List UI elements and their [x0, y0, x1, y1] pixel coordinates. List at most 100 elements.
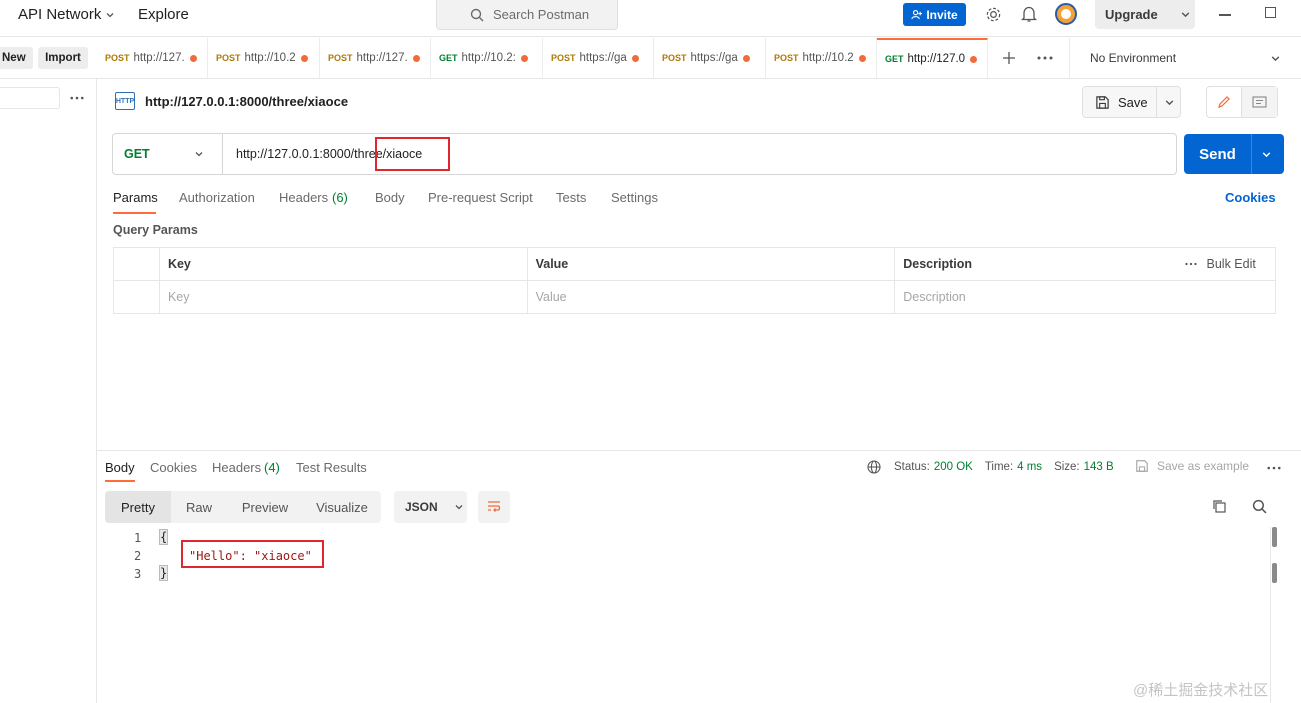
response-body-editor[interactable]: 1 2 3 { "Hello": "xiaoce" }	[97, 529, 1277, 699]
checkbox-column-header	[113, 247, 160, 281]
sidebar-filter-input[interactable]	[0, 87, 60, 109]
status-value[interactable]: 200 OK	[934, 461, 973, 473]
request-tab[interactable]: POST http://127.	[320, 38, 431, 78]
search-box[interactable]: Search Postman	[436, 0, 618, 30]
tab-prerequest-script[interactable]: Pre-request Script	[428, 190, 533, 205]
request-title[interactable]: http://127.0.0.1:8000/three/xiaoce	[145, 94, 348, 109]
bulk-edit-button[interactable]: Bulk Edit	[1184, 257, 1275, 271]
chevron-down-icon[interactable]	[1164, 97, 1175, 108]
edit-mode-button[interactable]	[1207, 87, 1242, 117]
more-options-icon[interactable]	[1037, 56, 1053, 60]
request-title-bar: HTTP http://127.0.0.1:8000/three/xiaoce	[115, 92, 348, 110]
wrap-lines-button[interactable]	[478, 491, 510, 523]
sidebar	[0, 79, 97, 703]
api-network-menu[interactable]: API Network	[18, 6, 115, 23]
view-pretty[interactable]: Pretty	[105, 491, 171, 523]
request-tab[interactable]: POST http://127.	[97, 38, 208, 78]
request-tab[interactable]: POST http://10.2	[766, 38, 877, 78]
response-view-switch: Pretty Raw Preview Visualize	[105, 491, 381, 523]
new-button[interactable]: New	[0, 47, 33, 69]
tab-settings[interactable]: Settings	[611, 190, 658, 205]
time-value[interactable]: 4 ms	[1017, 461, 1042, 473]
save-disk-icon	[1136, 460, 1148, 472]
tab-url: http://127.	[133, 52, 185, 64]
value-input[interactable]: Value	[526, 280, 896, 314]
more-options-icon	[1184, 262, 1197, 266]
vertical-scrollbar[interactable]	[1272, 527, 1277, 547]
globe-icon[interactable]	[867, 460, 881, 474]
settings-gear-icon[interactable]	[985, 6, 1002, 23]
more-options-icon[interactable]	[70, 96, 84, 100]
tab-url: http://10.2:	[461, 52, 516, 64]
unsaved-dot-icon	[631, 54, 639, 62]
maximize-window-icon[interactable]	[1265, 7, 1276, 18]
row-checkbox-cell	[113, 280, 160, 314]
upgrade-button[interactable]: Upgrade	[1095, 0, 1195, 29]
tab-authorization[interactable]: Authorization	[179, 190, 255, 205]
documentation-button[interactable]	[1242, 87, 1277, 117]
tab-method: GET	[885, 54, 904, 64]
request-tab[interactable]: POST http://10.2	[208, 38, 320, 78]
tab-url: http://10.2	[244, 52, 296, 64]
response-tab-cookies[interactable]: Cookies	[150, 460, 197, 475]
view-preview[interactable]: Preview	[227, 491, 303, 523]
save-as-example-button[interactable]: Save as example	[1135, 459, 1249, 473]
more-options-icon[interactable]	[1267, 466, 1281, 470]
copy-icon[interactable]	[1212, 499, 1227, 514]
view-raw[interactable]: Raw	[171, 491, 227, 523]
save-button-group: Save	[1082, 86, 1181, 118]
view-pretty-label: Pretty	[121, 499, 155, 515]
unsaved-dot-icon	[520, 54, 528, 62]
response-tab-test-results[interactable]: Test Results	[296, 460, 367, 475]
scrollbar-marker	[1272, 563, 1277, 583]
response-panel: Body Cookies Headers (4) Test Results St…	[97, 450, 1301, 703]
headers-count: (6)	[332, 190, 348, 205]
cookies-link[interactable]: Cookies	[1225, 190, 1276, 205]
tab-tests[interactable]: Tests	[556, 190, 586, 205]
view-visualize[interactable]: Visualize	[303, 491, 381, 523]
request-tabs-bar: New Import POST http://127. POST http://10…	[0, 38, 1301, 79]
invite-button[interactable]: Invite	[903, 3, 966, 26]
format-select[interactable]: JSON	[394, 491, 467, 523]
response-tab-headers[interactable]: Headers	[212, 460, 261, 475]
url-bar: GET http://127.0.0.1:8000/three/xiaoce	[112, 133, 1177, 175]
notification-bell-icon[interactable]	[1021, 5, 1037, 23]
chevron-down-icon[interactable]	[1261, 149, 1272, 160]
tab-headers[interactable]: Headers	[279, 190, 328, 205]
request-tab[interactable]: POST https://ga	[654, 38, 766, 78]
search-icon[interactable]	[1252, 499, 1267, 514]
avatar[interactable]	[1055, 3, 1077, 25]
tab-method: POST	[774, 53, 799, 63]
save-label: Save	[1118, 94, 1148, 110]
comment-doc-icon	[1252, 95, 1267, 108]
key-input[interactable]: Key	[158, 280, 528, 314]
unsaved-dot-icon	[189, 54, 197, 62]
response-tab-body[interactable]: Body	[105, 460, 135, 475]
import-button[interactable]: Import	[38, 47, 88, 69]
send-button[interactable]: Send	[1184, 146, 1251, 163]
upgrade-label: Upgrade	[1105, 7, 1158, 22]
plus-icon[interactable]	[1002, 51, 1016, 65]
tab-url: https://ga	[579, 52, 627, 64]
unsaved-dot-icon	[858, 54, 866, 62]
tab-params[interactable]: Params	[113, 190, 158, 205]
chevron-down-icon	[195, 152, 203, 157]
new-label: New	[2, 52, 26, 64]
minimize-window-icon[interactable]	[1219, 14, 1231, 16]
active-tab-underline	[105, 480, 135, 482]
environment-label: No Environment	[1090, 51, 1177, 65]
query-params-table: Key Value Description Bulk Edit Key Valu…	[113, 247, 1276, 314]
size-value[interactable]: 143 B	[1084, 461, 1114, 473]
explore-link[interactable]: Explore	[138, 6, 189, 23]
request-tab[interactable]: POST https://ga	[543, 38, 654, 78]
request-tab-active[interactable]: GET http://127.0	[877, 38, 988, 78]
method-select[interactable]: GET	[113, 134, 223, 174]
line-number: 2	[134, 549, 142, 563]
save-button[interactable]: Save	[1083, 87, 1157, 117]
environment-selector[interactable]: No Environment	[1069, 38, 1301, 78]
request-tab[interactable]: GET http://10.2:	[431, 38, 543, 78]
size-label: Size:	[1054, 461, 1080, 473]
tab-body[interactable]: Body	[375, 190, 405, 205]
method-label: GET	[124, 147, 150, 161]
description-input[interactable]: Description	[894, 280, 1276, 314]
